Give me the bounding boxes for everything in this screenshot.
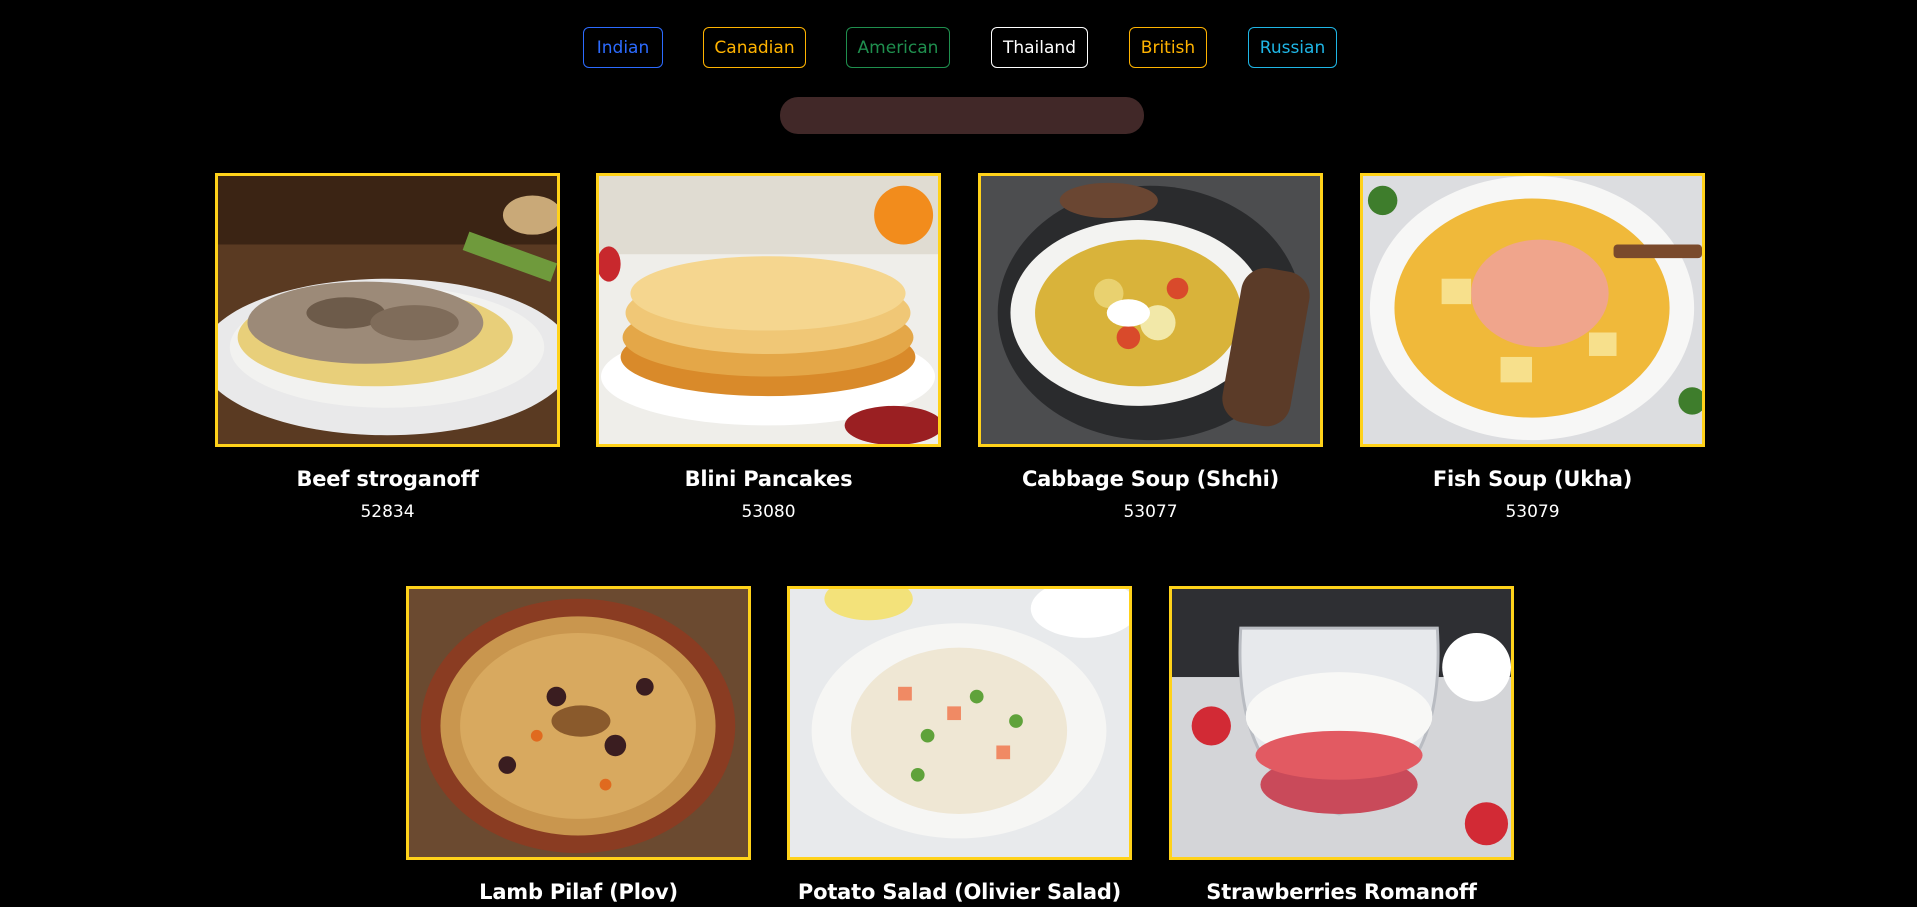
filter-thailand-button[interactable]: Thailand (991, 27, 1088, 68)
meal-card[interactable]: Strawberries Romanoff (1169, 586, 1514, 905)
meal-id: 52834 (360, 502, 415, 522)
meal-image-fish-soup[interactable] (1360, 173, 1705, 447)
meal-card[interactable]: Beef stroganoff 52834 (215, 173, 560, 522)
filter-russian-button[interactable]: Russian (1248, 27, 1337, 68)
meal-id: 53079 (1505, 502, 1560, 522)
filter-canadian-button[interactable]: Canadian (703, 27, 806, 68)
filter-british-button[interactable]: British (1129, 27, 1207, 68)
filter-indian-button[interactable]: Indian (583, 27, 663, 68)
meal-image-strawberries-romanoff[interactable] (1169, 586, 1514, 860)
meal-card[interactable]: Cabbage Soup (Shchi) 53077 (978, 173, 1323, 522)
meal-title: Strawberries Romanoff (1206, 880, 1477, 904)
meal-card[interactable]: Lamb Pilaf (Plov) (406, 586, 751, 905)
meal-title: Potato Salad (Olivier Salad) (797, 880, 1122, 904)
meal-title: Fish Soup (Ukha) (1432, 467, 1633, 491)
meal-card[interactable]: Potato Salad (Olivier Salad) (787, 586, 1132, 905)
meal-card[interactable]: Fish Soup (Ukha) 53079 (1360, 173, 1705, 522)
meal-id: 53080 (741, 502, 796, 522)
meal-title: Beef stroganoff (296, 467, 479, 491)
meal-image-potato-salad[interactable] (787, 586, 1132, 860)
cuisine-filter-bar: Indian Canadian American Thailand Britis… (0, 27, 1917, 70)
meal-image-beef-stroganoff[interactable] (215, 173, 560, 447)
meal-image-cabbage-soup[interactable] (978, 173, 1323, 447)
filter-american-button[interactable]: American (846, 27, 950, 68)
meal-id: 53077 (1123, 502, 1178, 522)
meal-card[interactable]: Blini Pancakes 53080 (596, 173, 941, 522)
recipe-page: Indian Canadian American Thailand Britis… (0, 0, 1917, 907)
search-input[interactable] (780, 97, 1144, 134)
meal-title: Lamb Pilaf (Plov) (479, 880, 678, 904)
meal-title: Cabbage Soup (Shchi) (1021, 467, 1280, 491)
meal-title: Blini Pancakes (684, 467, 853, 491)
meal-image-blini-pancakes[interactable] (596, 173, 941, 447)
meal-image-lamb-pilaf[interactable] (406, 586, 751, 860)
